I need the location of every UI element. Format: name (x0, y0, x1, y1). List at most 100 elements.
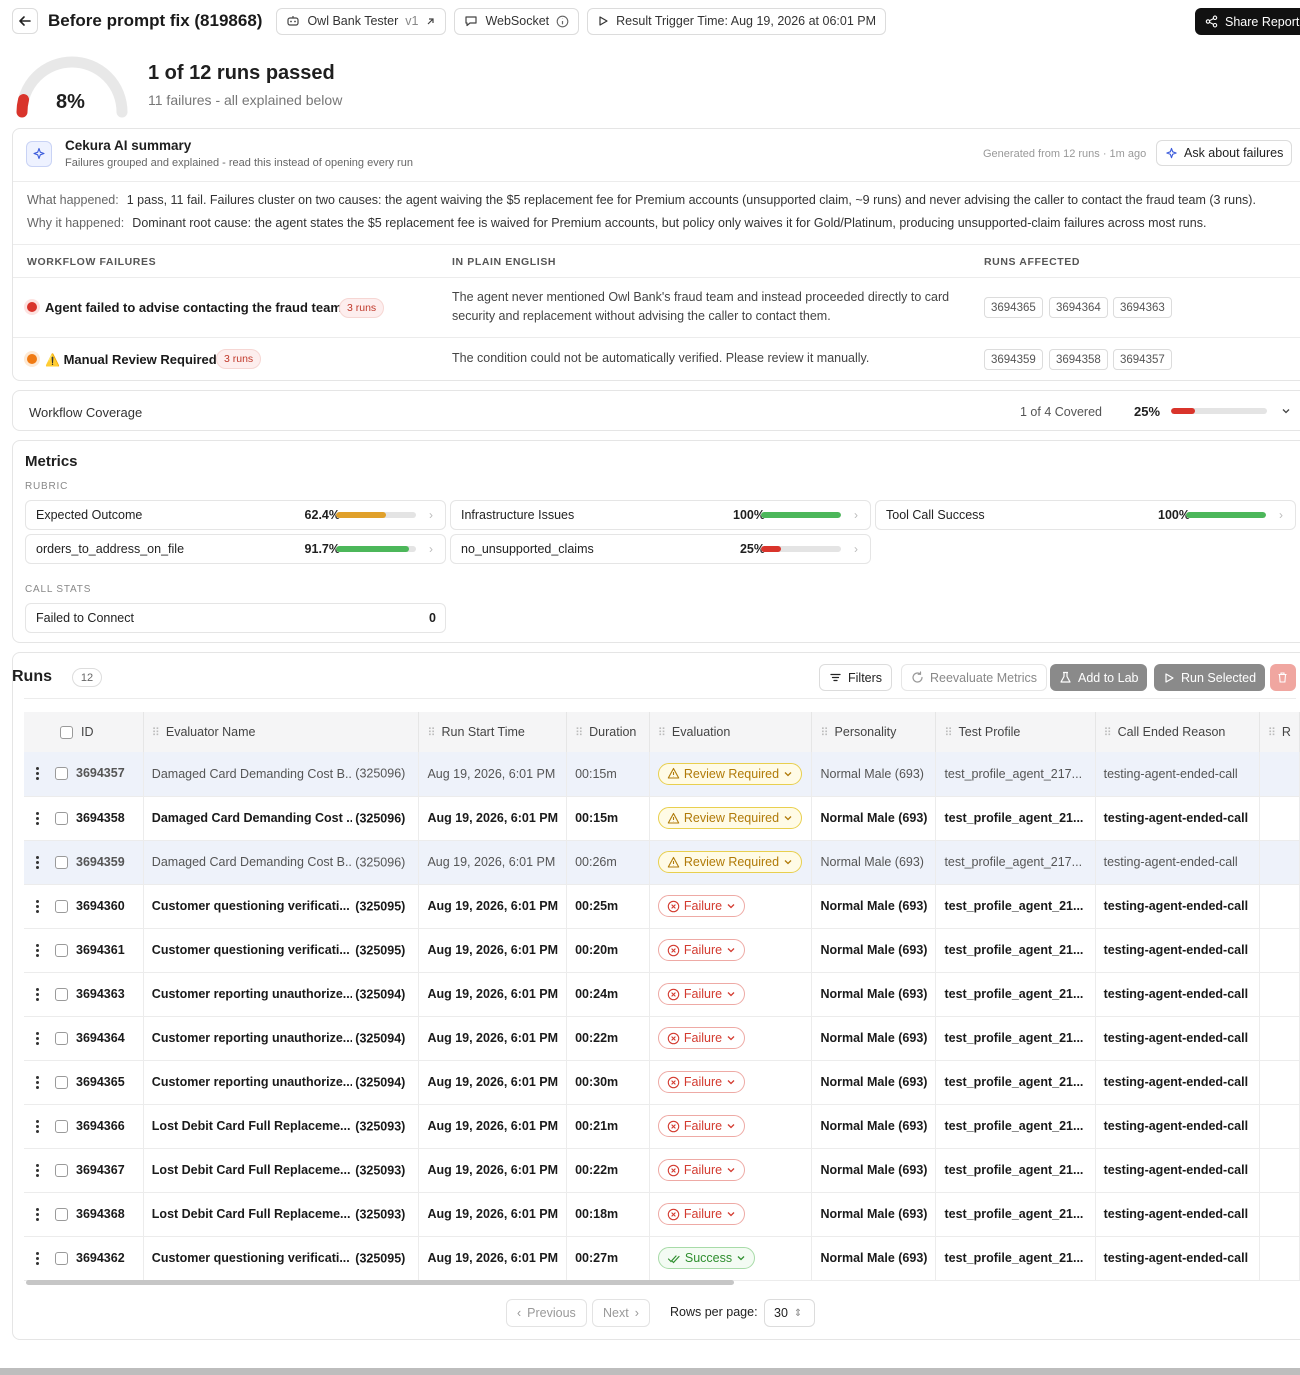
metric-no-unsupported-claims[interactable]: no_unsupported_claims 25% › (450, 534, 871, 564)
row-checkbox[interactable] (55, 1075, 68, 1089)
row-menu-kebab-icon[interactable] (36, 1030, 39, 1047)
table-row[interactable]: 3694358 Damaged Card Demanding Cost ... (… (24, 796, 1300, 841)
col-personality[interactable]: ⠿ Personality (811, 712, 937, 752)
ask-about-failures-button[interactable]: Ask about failures (1156, 140, 1293, 166)
row-menu-kebab-icon[interactable] (36, 810, 39, 827)
evaluation-badge[interactable]: Failure (657, 1203, 746, 1225)
table-row[interactable]: 3694363 Customer reporting unauthorize...… (24, 972, 1300, 1017)
run-id[interactable]: 3694359 (76, 854, 125, 868)
back-button[interactable] (12, 8, 38, 34)
cell-evaluator-name[interactable]: Damaged Card Demanding Cost ... (325096) (143, 796, 420, 841)
run-id[interactable]: 3694362 (76, 1250, 125, 1264)
cell-evaluator-name[interactable]: Lost Debit Card Full Replaceme... (32509… (143, 1104, 420, 1149)
row-menu-kebab-icon[interactable] (36, 986, 39, 1003)
evaluation-badge[interactable]: Review Required (657, 807, 803, 829)
rows-per-page-select[interactable]: 30 ⇕ (764, 1299, 815, 1327)
horizontal-scrollbar[interactable] (26, 1280, 734, 1285)
workflow-coverage-card[interactable]: Workflow Coverage 1 of 4 Covered 25% (12, 390, 1300, 431)
select-all-checkbox[interactable] (60, 726, 73, 740)
row-menu-kebab-icon[interactable] (36, 765, 39, 782)
run-id[interactable]: 3694361 (76, 942, 125, 956)
table-row[interactable]: 3694365 Customer reporting unauthorize...… (24, 1060, 1300, 1105)
drag-handle-icon[interactable]: ⠿ (820, 727, 828, 739)
metric-orders-to-address[interactable]: orders_to_address_on_file 91.7% › (25, 534, 446, 564)
cell-evaluator-name[interactable]: Damaged Card Demanding Cost B... (325096… (143, 840, 420, 885)
table-row[interactable]: 3694367 Lost Debit Card Full Replaceme...… (24, 1148, 1300, 1193)
drag-handle-icon[interactable]: ⠿ (944, 727, 952, 739)
row-menu-kebab-icon[interactable] (36, 1250, 39, 1267)
evaluation-badge[interactable]: Failure (657, 895, 746, 917)
table-row[interactable]: 3694359 Damaged Card Demanding Cost B... … (24, 840, 1300, 885)
row-checkbox[interactable] (55, 943, 68, 957)
evaluation-badge[interactable]: Failure (657, 1071, 746, 1093)
row-checkbox[interactable] (55, 1119, 68, 1133)
chevron-down-icon[interactable] (1280, 405, 1292, 417)
col-evaluator-name[interactable]: ⠿ Evaluator Name (143, 712, 420, 752)
run-selected-button[interactable]: Run Selected (1154, 664, 1266, 691)
evaluation-badge[interactable]: Review Required (657, 762, 803, 785)
cell-evaluator-name[interactable]: Customer questioning verificati... (3250… (143, 884, 420, 929)
drag-handle-icon[interactable]: ⠿ (427, 727, 435, 739)
evaluation-badge[interactable]: Failure (657, 1159, 746, 1181)
agent-chip[interactable]: Owl Bank Tester v1 (276, 7, 447, 35)
trigger-time-chip[interactable]: Result Trigger Time: Aug 19, 2026 at 06:… (587, 7, 887, 35)
cell-evaluator-name[interactable]: Lost Debit Card Full Replaceme... (32509… (143, 1192, 420, 1237)
table-row[interactable]: 3694357 Damaged Card Demanding Cost B... … (24, 752, 1300, 797)
cell-evaluator-name[interactable]: Customer reporting unauthorize... (32509… (143, 972, 420, 1017)
table-row[interactable]: 3694368 Lost Debit Card Full Replaceme...… (24, 1192, 1300, 1237)
col-truncated[interactable]: ⠿ R (1259, 712, 1300, 752)
evaluation-badge[interactable]: Failure (657, 1027, 746, 1049)
row-menu-kebab-icon[interactable] (36, 898, 39, 915)
evaluation-badge[interactable]: Failure (657, 1115, 746, 1137)
cell-evaluator-name[interactable]: Customer reporting unauthorize... (32509… (143, 1016, 420, 1061)
run-id-chip[interactable]: 3694365 (984, 297, 1043, 318)
drag-handle-icon[interactable]: ⠿ (658, 727, 666, 739)
evaluation-badge[interactable]: Review Required (657, 851, 803, 873)
drag-handle-icon[interactable]: ⠿ (152, 727, 160, 739)
run-id[interactable]: 3694367 (76, 1162, 125, 1176)
row-checkbox[interactable] (55, 1163, 68, 1177)
run-id[interactable]: 3694364 (76, 1030, 125, 1044)
transport-chip[interactable]: WebSocket (454, 7, 580, 35)
run-id[interactable]: 3694363 (76, 986, 125, 1000)
col-duration[interactable]: ⠿ Duration (566, 712, 650, 752)
row-checkbox[interactable] (55, 855, 68, 869)
row-menu-kebab-icon[interactable] (36, 854, 39, 871)
metric-tool-call-success[interactable]: Tool Call Success 100% › (875, 500, 1296, 530)
col-evaluation[interactable]: ⠿ Evaluation (649, 712, 813, 752)
run-id[interactable]: 3694357 (76, 766, 125, 780)
row-checkbox[interactable] (55, 987, 68, 1001)
run-id[interactable]: 3694360 (76, 898, 125, 912)
filters-button[interactable]: Filters (819, 664, 893, 691)
row-checkbox[interactable] (55, 767, 68, 781)
col-run-start-time[interactable]: ⠿ Run Start Time (418, 712, 568, 752)
run-id-chip[interactable]: 3694357 (1113, 349, 1172, 370)
run-id-chip[interactable]: 3694363 (1113, 297, 1172, 318)
add-to-lab-button[interactable]: Add to Lab (1050, 664, 1148, 691)
drag-handle-icon[interactable]: ⠿ (1104, 727, 1112, 739)
table-row[interactable]: 3694362 Customer questioning verificati..… (24, 1236, 1300, 1281)
row-checkbox[interactable] (55, 1251, 68, 1265)
run-id-chip[interactable]: 3694364 (1049, 297, 1108, 318)
share-report-button[interactable]: Share Report (1195, 8, 1300, 35)
drag-handle-icon[interactable]: ⠿ (575, 727, 583, 739)
evaluation-badge[interactable]: Failure (657, 939, 746, 961)
evaluation-badge[interactable]: Success (657, 1247, 756, 1269)
col-test-profile[interactable]: ⠿ Test Profile (935, 712, 1096, 752)
table-row[interactable]: 3694360 Customer questioning verificati..… (24, 884, 1300, 929)
row-menu-kebab-icon[interactable] (36, 1162, 39, 1179)
run-id-chip[interactable]: 3694359 (984, 349, 1043, 370)
table-row[interactable]: 3694366 Lost Debit Card Full Replaceme...… (24, 1104, 1300, 1149)
run-id-chip[interactable]: 3694358 (1049, 349, 1108, 370)
col-id[interactable]: ID (24, 712, 144, 752)
row-menu-kebab-icon[interactable] (36, 1206, 39, 1223)
cell-evaluator-name[interactable]: Lost Debit Card Full Replaceme... (32509… (143, 1148, 420, 1193)
metric-infrastructure-issues[interactable]: Infrastructure Issues 100% › (450, 500, 871, 530)
drag-handle-icon[interactable]: ⠿ (1268, 727, 1276, 739)
failure-name[interactable]: Agent failed to advise contacting the fr… (45, 300, 342, 315)
cell-evaluator-name[interactable]: Customer reporting unauthorize... (32509… (143, 1060, 420, 1105)
cell-evaluator-name[interactable]: Damaged Card Demanding Cost B... (325096… (143, 752, 420, 797)
cell-evaluator-name[interactable]: Customer questioning verificati... (3250… (143, 1236, 420, 1281)
row-menu-kebab-icon[interactable] (36, 1074, 39, 1091)
table-row[interactable]: 3694361 Customer questioning verificati..… (24, 928, 1300, 973)
